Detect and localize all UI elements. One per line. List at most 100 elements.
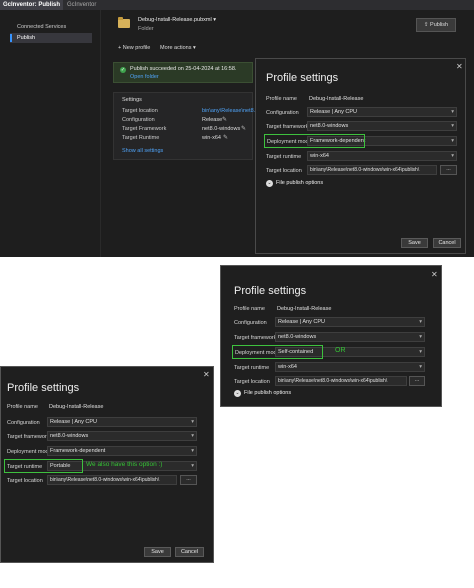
profile-name-label: Profile name bbox=[234, 306, 265, 312]
file-publish-options-toggle[interactable]: File publish options bbox=[244, 390, 291, 396]
settings-summary: Settings Target location bin\any\Release… bbox=[113, 92, 268, 160]
annotation-or: OR bbox=[335, 347, 346, 354]
target-framework-dropdown[interactable]: net8.0-windows ▾ bbox=[275, 332, 425, 342]
target-location-input[interactable]: bin\any\Release\net8.0-windows\win-x64\p… bbox=[275, 376, 407, 386]
chevron-down-icon: ▾ bbox=[419, 349, 422, 355]
annotation-portable-note: We also have this option :) bbox=[86, 461, 163, 468]
publish-window: GcInventor: Publish GcInventor Connected… bbox=[0, 0, 474, 257]
dialog-title: Profile settings bbox=[266, 72, 339, 84]
deployment-mode-dropdown[interactable]: Framework-dependent ▾ bbox=[47, 446, 197, 456]
close-icon[interactable]: ✕ bbox=[203, 371, 210, 379]
cancel-button[interactable]: Cancel bbox=[175, 547, 204, 557]
profile-name-label: Profile name bbox=[266, 96, 297, 102]
highlight-box bbox=[264, 134, 365, 148]
settings-label: Configuration bbox=[122, 117, 155, 123]
chevron-down-icon: ▾ bbox=[451, 153, 454, 159]
tab-publish[interactable]: GcInventor: Publish bbox=[0, 0, 64, 10]
settings-value: win-x64 bbox=[202, 135, 221, 141]
expand-icon[interactable]: ⌄ bbox=[266, 180, 273, 187]
edit-pencil-icon[interactable]: ✎ bbox=[223, 135, 228, 142]
settings-label: Target location bbox=[122, 108, 158, 114]
more-actions-button[interactable]: More actions ▾ bbox=[160, 45, 196, 52]
target-runtime-label: Target runtime bbox=[266, 154, 302, 160]
browse-button[interactable]: ... bbox=[440, 165, 457, 175]
profile-settings-dialog: Profile settings ✕ Profile name Debug-In… bbox=[255, 58, 466, 254]
close-icon[interactable]: ✕ bbox=[431, 271, 438, 279]
configuration-dropdown[interactable]: Release | Any CPU ▾ bbox=[307, 107, 457, 117]
dialog-title: Profile settings bbox=[234, 285, 307, 297]
profile-name-value: Debug-Install-Release bbox=[309, 96, 364, 102]
profile-settings-dialog-self-contained: Profile settings ✕ Profile name Debug-In… bbox=[220, 265, 442, 407]
chevron-down-icon: ▾ bbox=[419, 319, 422, 325]
plus-icon: + bbox=[118, 45, 122, 51]
chevron-down-icon: ▾ bbox=[191, 433, 194, 439]
configuration-label: Configuration bbox=[266, 110, 299, 116]
target-location-label: Target location bbox=[234, 379, 270, 385]
chevron-down-icon: ▾ bbox=[451, 123, 454, 129]
folder-icon bbox=[118, 17, 130, 28]
expand-icon[interactable]: ⌄ bbox=[234, 390, 241, 397]
settings-heading: Settings bbox=[122, 97, 142, 103]
target-framework-label: Target framework bbox=[266, 124, 309, 130]
target-framework-label: Target framework bbox=[234, 335, 277, 341]
target-framework-dropdown[interactable]: net8.0-windows ▾ bbox=[307, 121, 457, 131]
chevron-down-icon: ▾ bbox=[191, 463, 194, 469]
target-framework-label: Target framework bbox=[7, 434, 50, 440]
open-folder-link[interactable]: Open folder bbox=[130, 74, 159, 81]
document-tab-bar: GcInventor: Publish GcInventor bbox=[0, 0, 474, 10]
chevron-down-icon: ▾ bbox=[191, 448, 194, 454]
file-publish-options-toggle[interactable]: File publish options bbox=[276, 180, 323, 186]
new-profile-button[interactable]: + New profile bbox=[118, 45, 150, 52]
publish-success-banner: ✓ Publish succeeded on 25-04-2024 at 16:… bbox=[113, 62, 253, 83]
profile-file-name[interactable]: Debug-Install-Release.pubxml ▾ bbox=[138, 17, 216, 24]
browse-button[interactable]: ... bbox=[180, 475, 197, 485]
save-button[interactable]: Save bbox=[144, 547, 171, 557]
settings-label: Target Runtime bbox=[122, 135, 160, 141]
success-message: Publish succeeded on 25-04-2024 at 16:58… bbox=[130, 66, 237, 72]
profile-kind: Folder bbox=[138, 26, 154, 32]
settings-value: Release bbox=[202, 117, 223, 123]
configuration-label: Configuration bbox=[234, 320, 267, 326]
sidebar-item-connected-services[interactable]: Connected Services bbox=[10, 22, 92, 32]
chevron-down-icon: ▾ bbox=[451, 138, 454, 144]
chevron-down-icon: ▾ bbox=[193, 45, 196, 51]
target-location-input[interactable]: bin\any\Release\net8.0-windows\win-x64\p… bbox=[47, 475, 177, 485]
highlight-box bbox=[4, 459, 83, 473]
success-check-icon: ✓ bbox=[120, 67, 126, 73]
configuration-dropdown[interactable]: Release | Any CPU ▾ bbox=[275, 317, 425, 327]
chevron-down-icon: ▾ bbox=[451, 109, 454, 115]
sidebar-item-publish[interactable]: Publish bbox=[10, 33, 92, 43]
profile-name-value: Debug-Install-Release bbox=[277, 306, 332, 312]
target-location-input[interactable]: bin\any\Release\net8.0-windows\win-x64\p… bbox=[307, 165, 437, 175]
edit-pencil-icon[interactable]: ✎ bbox=[241, 126, 246, 133]
configuration-dropdown[interactable]: Release | Any CPU ▾ bbox=[47, 417, 197, 427]
cancel-button[interactable]: Cancel bbox=[433, 238, 461, 248]
profile-name-value: Debug-Install-Release bbox=[49, 404, 104, 410]
tab-project[interactable]: GcInventor bbox=[64, 0, 99, 10]
close-icon[interactable]: ✕ bbox=[456, 63, 463, 71]
chevron-down-icon: ▾ bbox=[419, 364, 422, 370]
deployment-mode-label: Deployment mode bbox=[7, 449, 52, 455]
profile-name-label: Profile name bbox=[7, 404, 38, 410]
target-location-label: Target location bbox=[7, 478, 43, 484]
profile-settings-dialog-portable: Profile settings ✕ Profile name Debug-In… bbox=[0, 366, 214, 563]
show-all-settings-link[interactable]: Show all settings bbox=[122, 148, 163, 155]
highlight-box bbox=[232, 345, 323, 359]
publish-icon: ⇪ bbox=[423, 22, 429, 28]
save-button[interactable]: Save bbox=[401, 238, 428, 248]
chevron-down-icon: ▾ bbox=[419, 334, 422, 340]
chevron-down-icon: ▾ bbox=[213, 17, 216, 23]
dialog-title: Profile settings bbox=[7, 382, 80, 394]
edit-pencil-icon[interactable]: ✎ bbox=[222, 117, 227, 124]
settings-value: net8.0-windows bbox=[202, 126, 241, 132]
publish-button[interactable]: ⇪ Publish bbox=[416, 18, 456, 32]
chevron-down-icon: ▾ bbox=[191, 419, 194, 425]
target-runtime-label: Target runtime bbox=[234, 365, 270, 371]
settings-label: Target Framework bbox=[122, 126, 167, 132]
target-runtime-dropdown[interactable]: win-x64 ▾ bbox=[307, 151, 457, 161]
target-framework-dropdown[interactable]: net8.0-windows ▾ bbox=[47, 431, 197, 441]
target-runtime-dropdown[interactable]: win-x64 ▾ bbox=[275, 362, 425, 372]
target-location-label: Target location bbox=[266, 168, 302, 174]
sidebar: Connected Services Publish bbox=[0, 10, 101, 257]
browse-button[interactable]: ... bbox=[409, 376, 425, 386]
